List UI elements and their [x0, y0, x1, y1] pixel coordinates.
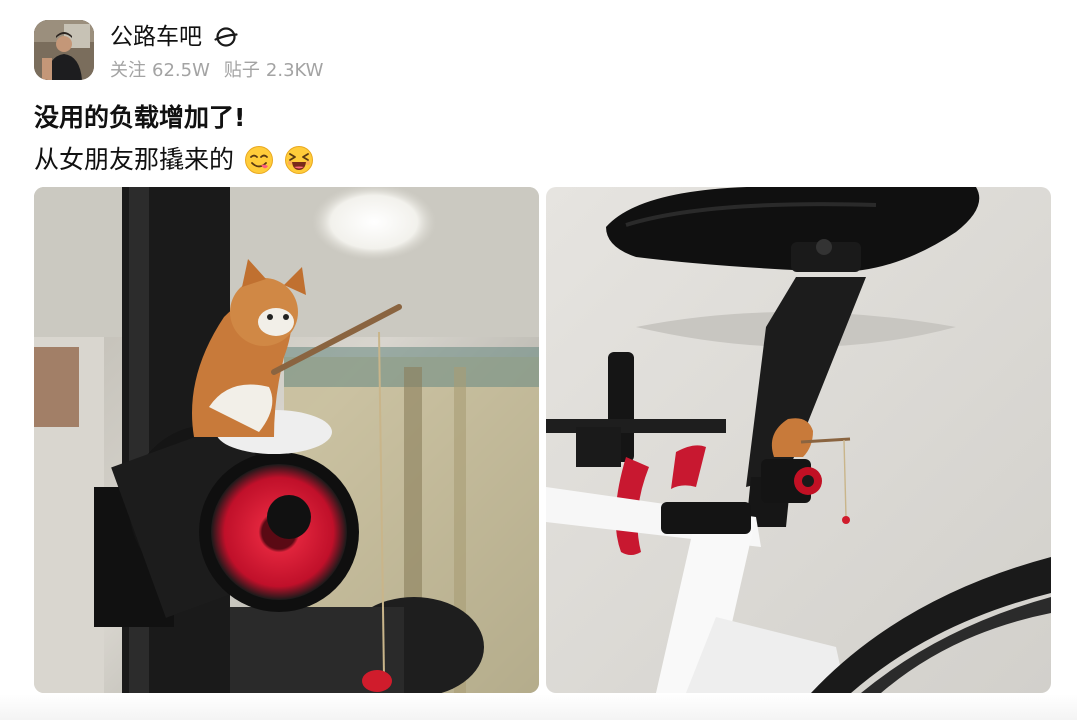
forum-title-row[interactable]: 公路车吧 [110, 20, 238, 54]
planet-icon [214, 25, 238, 49]
follow-count: 62.5W [152, 60, 210, 81]
posts-label: 贴子 [223, 60, 260, 81]
forum-name[interactable]: 公路车吧 [110, 20, 202, 54]
forum-avatar[interactable] [34, 20, 94, 80]
grinning-squint-face-icon [284, 145, 314, 175]
post-photo-1[interactable] [34, 187, 539, 693]
follow-label: 关注 [110, 60, 146, 81]
post-title: 没用的负载增加了! [34, 103, 246, 132]
forum-stats: 关注 62.5W 贴子 2.3KW [110, 58, 323, 84]
yum-face-icon [244, 145, 274, 175]
bottom-fade [0, 694, 1077, 720]
post-photo-2[interactable] [546, 187, 1051, 693]
post-body: 从女朋友那撬来的 [34, 145, 235, 174]
posts-stat: 贴子 2.3KW [224, 58, 324, 84]
post-body-row: 从女朋友那撬来的 [34, 142, 314, 178]
post-page: 公路车吧 关注 62.5W 贴子 2.3KW 没用的负载增加了! 从女朋友那撬来… [0, 0, 1077, 720]
follow-stat: 关注 62.5W [110, 58, 210, 84]
posts-count: 2.3KW [265, 60, 324, 81]
